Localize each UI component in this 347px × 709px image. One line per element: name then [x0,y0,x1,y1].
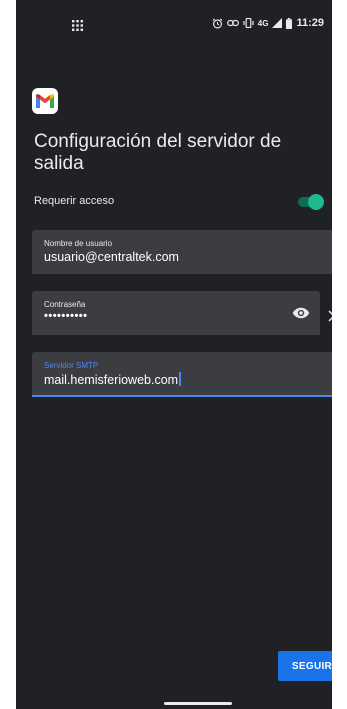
smtp-server-label: Servidor SMTP [44,361,99,370]
next-button[interactable]: SEGUIR [278,651,332,681]
vibrate-icon [243,18,254,28]
status-bar: 4G 11:29 [16,0,332,44]
text-cursor [179,372,181,386]
switch-thumb [308,194,324,210]
require-login-row[interactable]: Requerir acceso [34,192,324,212]
gmail-icon [36,94,54,108]
link-icon [226,19,239,27]
network-type: 4G [257,18,269,28]
eye-icon[interactable] [292,304,310,322]
signal-icon [272,18,283,28]
page-title: Configuración del servidor de salida [34,131,282,174]
password-value: •••••••••• [44,310,88,322]
close-icon[interactable] [328,310,332,322]
app-grid-icon [72,20,83,31]
smtp-server-value: mail.hemisferioweb.com [44,373,179,387]
username-value: usuario@centraltek.com [44,250,179,264]
gesture-nav-handle[interactable] [164,702,232,705]
password-label: Contraseña [44,300,86,309]
password-field[interactable]: Contraseña •••••••••• [32,291,320,335]
screen: 4G 11:29 Configuración del servidor de s… [16,0,332,709]
require-login-switch[interactable] [296,194,324,210]
alarm-icon [212,17,223,28]
require-login-label: Requerir acceso [34,195,115,207]
smtp-server-field[interactable]: Servidor SMTP mail.hemisferioweb.com [32,352,332,397]
smtp-server-value-wrap: mail.hemisferioweb.com [44,372,181,387]
gmail-logo [32,88,58,114]
battery-icon [286,17,293,29]
status-icons: 4G 11:29 [212,17,324,29]
username-field[interactable]: Nombre de usuario usuario@centraltek.com [32,230,332,274]
username-label: Nombre de usuario [44,239,113,248]
clock: 11:29 [296,17,324,29]
